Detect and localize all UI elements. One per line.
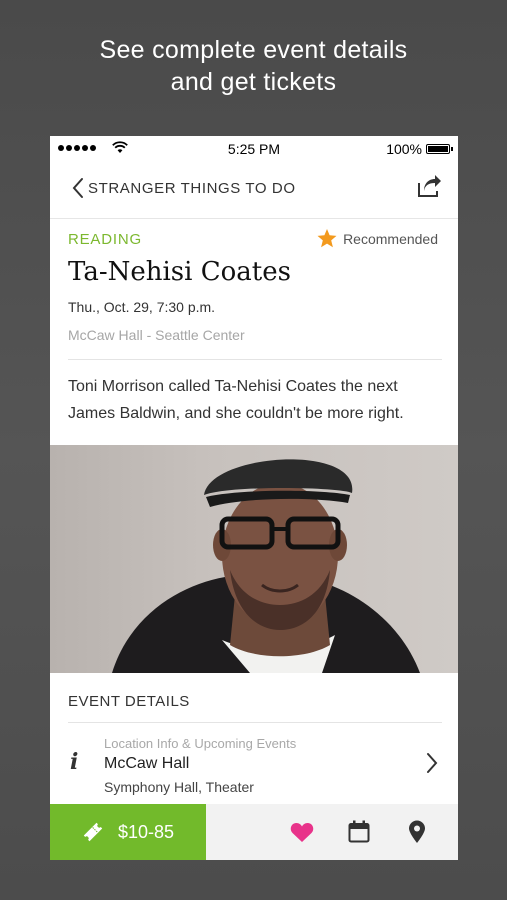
event-details-heading: EVENT DETAILS: [68, 693, 190, 710]
location-info-row[interactable]: i Location Info & Upcoming Events McCaw …: [50, 724, 458, 802]
nav-bar: STRANGER THINGS TO DO: [50, 162, 458, 219]
event-date: Thu., Oct. 29, 7:30 p.m.: [68, 299, 216, 315]
location-pin-icon[interactable]: [408, 820, 426, 844]
event-description: Toni Morrison called Ta-Nehisi Coates th…: [68, 378, 404, 422]
star-icon: [317, 229, 337, 248]
status-bar: 5:25 PM 100%: [50, 136, 458, 162]
location-info-subtitle: Location Info & Upcoming Events: [104, 736, 297, 751]
event-photo: [50, 445, 458, 673]
ticket-icon: [83, 822, 103, 842]
recommended-badge: Recommended: [317, 229, 438, 248]
heart-icon[interactable]: [290, 822, 314, 843]
event-title: Ta-Nehisi Coates: [68, 257, 291, 287]
promo-line-1: See complete event details: [99, 36, 408, 64]
chevron-right-icon: [427, 753, 438, 773]
recommended-label: Recommended: [343, 230, 438, 247]
divider: [68, 359, 442, 360]
location-name: McCaw Hall: [104, 755, 190, 772]
back-label: STRANGER THINGS TO DO: [88, 179, 296, 197]
share-icon[interactable]: [416, 175, 442, 199]
battery-percent: 100%: [386, 141, 422, 157]
promo-line-2: and get tickets: [170, 68, 337, 96]
calendar-icon[interactable]: [348, 820, 370, 843]
buy-tickets-button[interactable]: $10-85: [50, 804, 206, 860]
action-footer: $10-85: [50, 804, 458, 860]
phone-screen: 5:25 PM 100% STRANGER THINGS TO DO READI…: [50, 136, 458, 860]
event-venue[interactable]: McCaw Hall - Seattle Center: [68, 327, 245, 343]
event-category: READING: [68, 231, 142, 248]
chevron-left-icon: [72, 178, 83, 198]
divider: [68, 722, 442, 723]
info-icon: i: [70, 749, 79, 775]
location-types: Symphony Hall, Theater: [104, 779, 254, 795]
promo-headline: See complete event details and get ticke…: [0, 34, 507, 98]
price-label: $10-85: [117, 821, 175, 842]
back-button[interactable]: STRANGER THINGS TO DO: [72, 177, 296, 199]
battery-icon: [426, 144, 450, 154]
